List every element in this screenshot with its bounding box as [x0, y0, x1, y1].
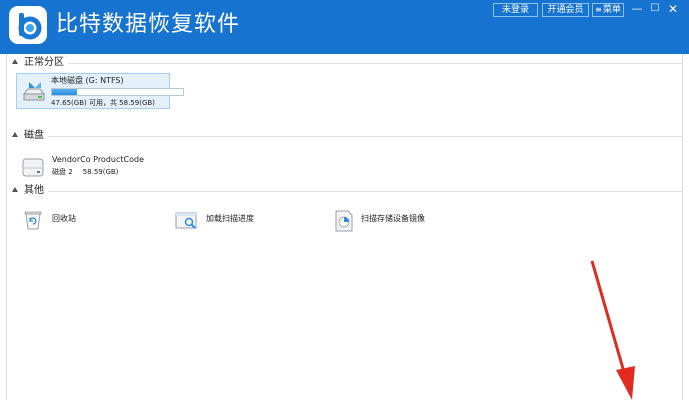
disk-info: 磁盘 2 58.59(GB)	[52, 167, 118, 177]
recycle-bin-item[interactable]: 回收站	[22, 207, 102, 233]
section-disks-header[interactable]: 磁盘	[12, 129, 682, 143]
collapse-triangle-icon[interactable]	[12, 132, 18, 137]
hamburger-icon: ≡	[595, 5, 602, 14]
section-partitions-header[interactable]: 正常分区	[12, 56, 682, 70]
section-partitions-title: 正常分区	[24, 57, 64, 68]
scan-device-image-item[interactable]: 扫描存储设备镜像	[333, 207, 433, 233]
minimize-button[interactable]: —	[628, 2, 646, 16]
disk-item[interactable]: VendorCo ProductCode 磁盘 2 58.59(GB)	[20, 153, 220, 183]
partition-capacity-info: 47.65(GB) 可用，共 58.59(GB)	[51, 99, 155, 107]
disk-name: VendorCo ProductCode	[52, 155, 144, 164]
maximize-button[interactable]: ☐	[646, 2, 664, 16]
close-button[interactable]: ✕	[664, 2, 682, 16]
drive-icon	[22, 82, 46, 101]
title-bar: 比特数据恢复软件 未登录 开通会员 ≡菜单 — ☐ ✕	[0, 0, 689, 54]
collapse-triangle-icon[interactable]	[12, 59, 18, 64]
hard-disk-icon	[22, 158, 44, 177]
menu-button[interactable]: ≡菜单	[592, 3, 624, 17]
recycle-bin-label: 回收站	[52, 214, 76, 223]
load-scan-progress-label: 加载扫描进度	[206, 214, 254, 223]
partition-name: 本地磁盘 (G: NTFS)	[51, 76, 124, 85]
disk-size: 58.59(GB)	[82, 168, 119, 176]
collapse-triangle-icon[interactable]	[12, 187, 18, 192]
app-logo-icon	[9, 6, 47, 44]
menu-label: 菜单	[602, 5, 621, 15]
section-other-header[interactable]: 其他	[12, 184, 682, 198]
section-divider	[68, 63, 682, 64]
partition-item-g[interactable]: 本地磁盘 (G: NTFS) 47.65(GB) 可用，共 58.59(GB)	[16, 73, 184, 109]
partition-usage-fill	[52, 89, 77, 95]
disk-label: 磁盘 2	[52, 168, 73, 176]
load-scan-progress-item[interactable]: 加载扫描进度	[174, 207, 274, 233]
section-divider	[48, 191, 682, 192]
partition-usage-bar	[51, 88, 184, 96]
scan-image-icon	[335, 210, 353, 232]
section-disks-title: 磁盘	[24, 130, 44, 141]
frame-border-left	[6, 54, 7, 400]
recycle-bin-icon	[24, 211, 42, 230]
app-title: 比特数据恢复软件	[56, 12, 241, 37]
frame-border-right	[682, 54, 683, 400]
open-membership-button[interactable]: 开通会员	[542, 3, 589, 17]
login-button[interactable]: 未登录	[493, 3, 538, 17]
scan-device-image-label: 扫描存储设备镜像	[361, 214, 425, 223]
load-scan-progress-icon	[175, 212, 197, 229]
section-divider	[48, 136, 682, 137]
section-other-title: 其他	[24, 185, 44, 196]
